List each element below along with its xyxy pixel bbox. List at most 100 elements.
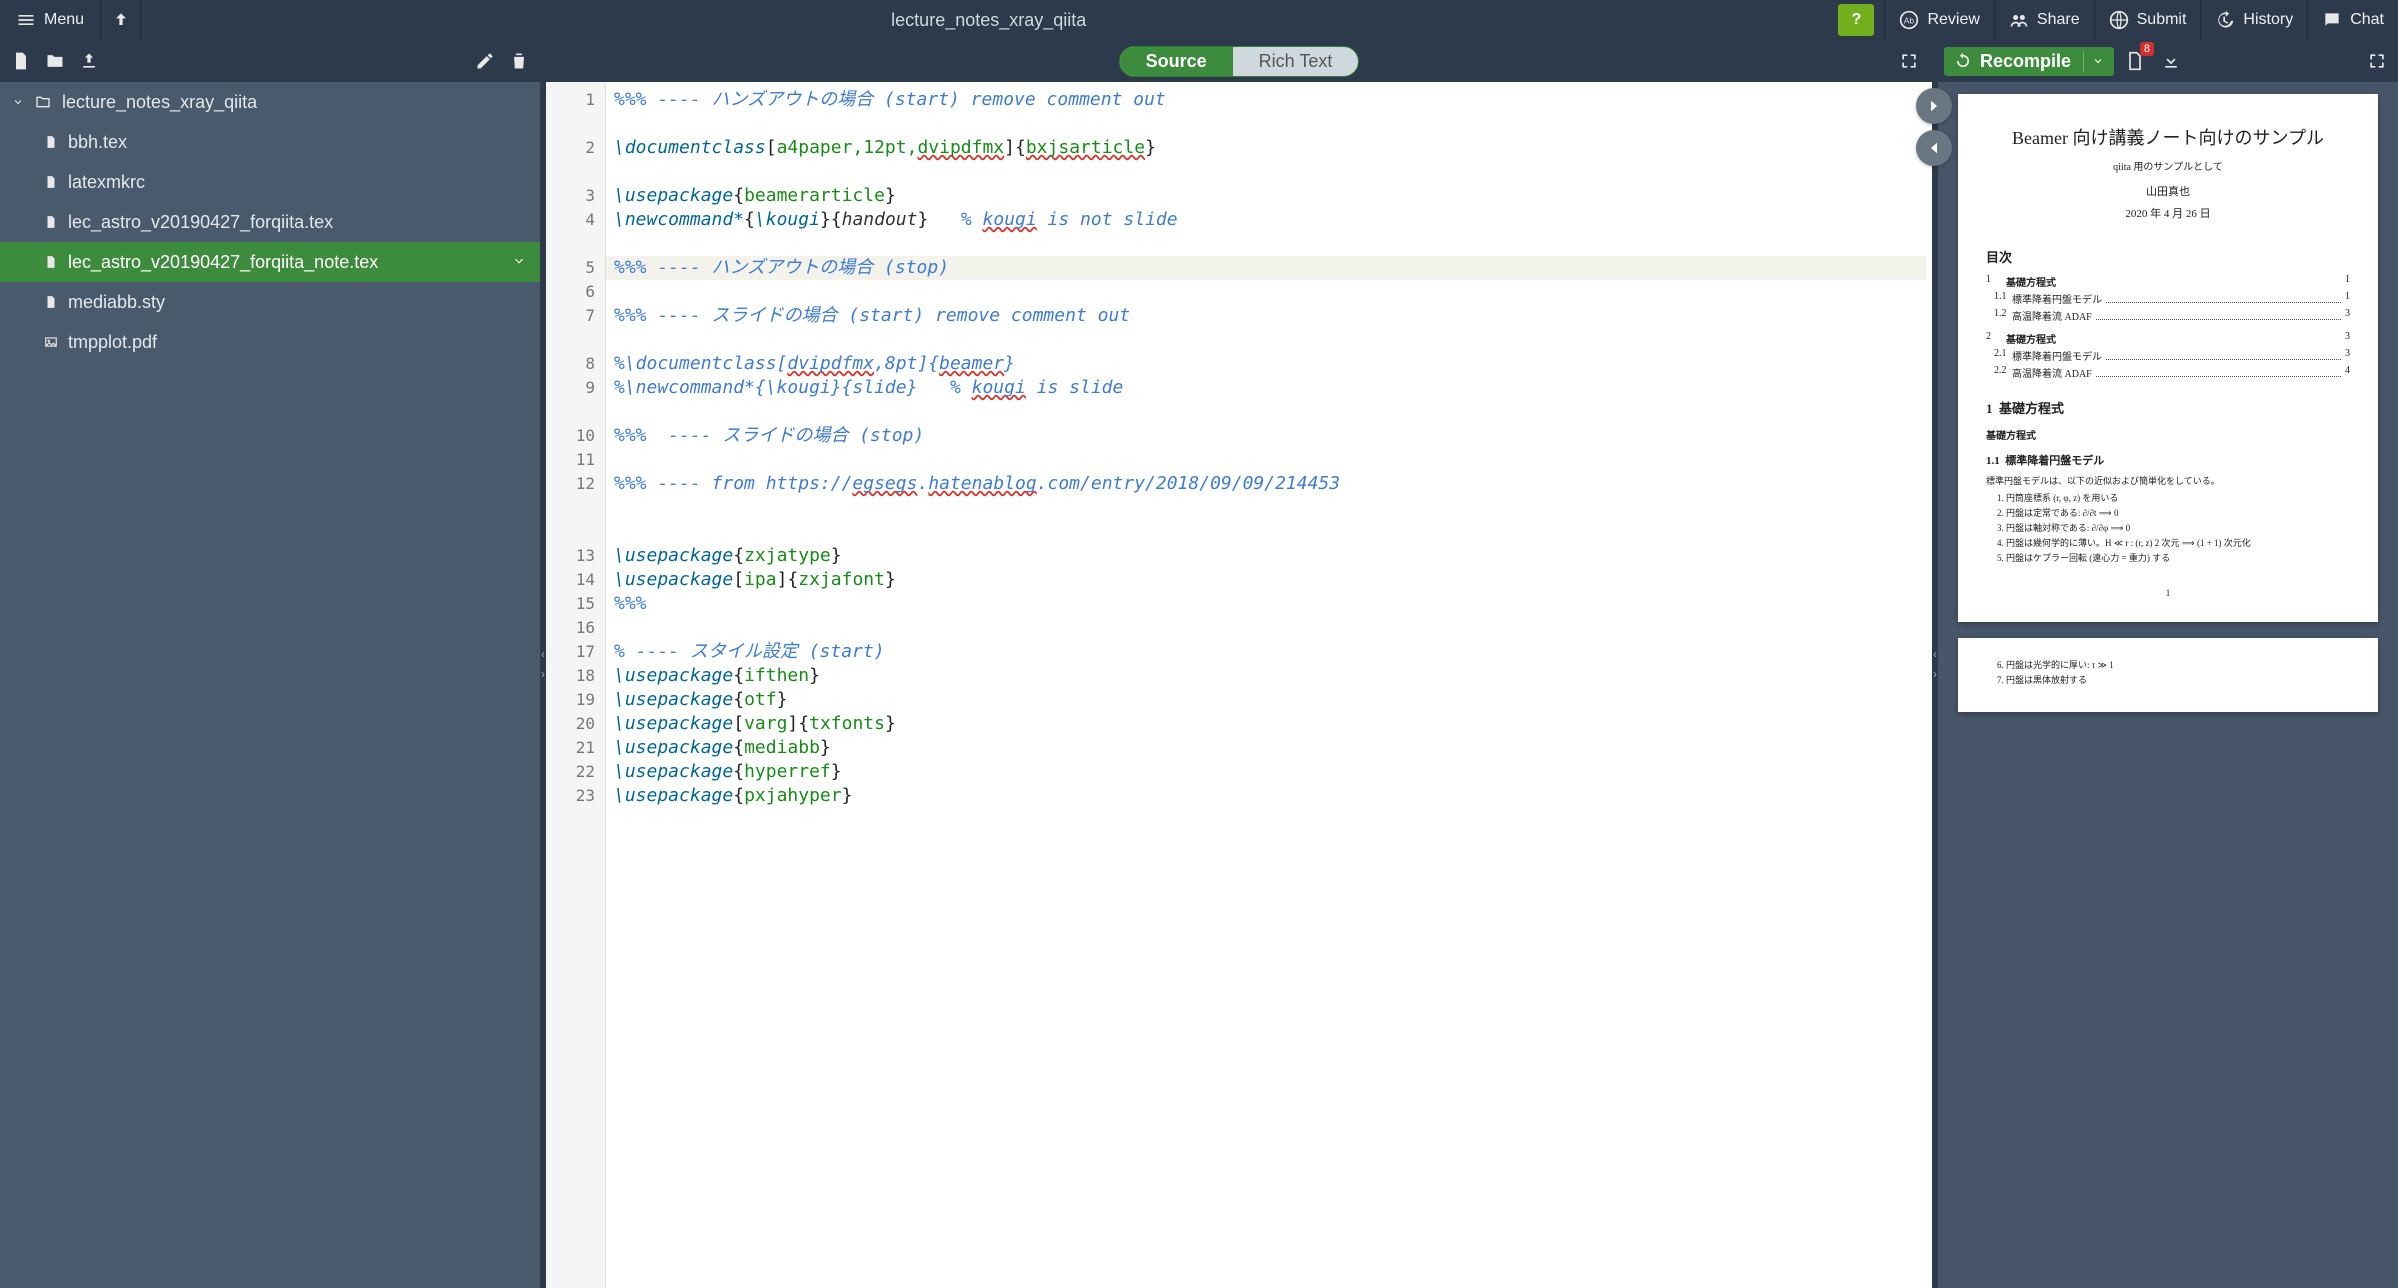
file-name: mediabb.sty <box>68 292 165 313</box>
line-number: 7 <box>546 304 595 352</box>
logs-button[interactable]: 8 <box>2120 46 2150 76</box>
refresh-icon <box>1954 52 1972 70</box>
recompile-dropdown[interactable] <box>2083 51 2104 72</box>
line-number: 21 <box>546 736 595 760</box>
delete-button[interactable] <box>504 46 534 76</box>
chat-label: Chat <box>2350 11 2384 29</box>
code-line[interactable]: \usepackage{otf} <box>614 688 1926 712</box>
file-tree-item[interactable]: lec_astro_v20190427_forqiita.tex <box>0 202 540 242</box>
sync-to-code-button[interactable] <box>1916 130 1952 166</box>
code-line[interactable]: %\documentclass[dvipdfmx,8pt]{beamer} <box>614 352 1926 376</box>
file-name: bbh.tex <box>68 132 127 153</box>
line-number: 11 <box>546 448 595 472</box>
file-name: lec_astro_v20190427_forqiita.tex <box>68 212 333 233</box>
line-number: 13 <box>546 544 595 568</box>
line-gutter: 1234567891011121314151617181920212223 <box>546 82 606 1288</box>
code-line[interactable]: \usepackage[varg]{txfonts} <box>614 712 1926 736</box>
back-to-projects-button[interactable] <box>101 0 141 40</box>
code-editor[interactable]: 1234567891011121314151617181920212223 %%… <box>546 82 1932 1288</box>
code-line[interactable]: \documentclass[a4paper,12pt,dvipdfmx]{bx… <box>614 136 1926 184</box>
code-line[interactable]: %%% ---- ハンズアウトの場合 (stop) <box>606 256 1926 280</box>
list-item: 円盤は光学的に厚い: τ ≫ 1 <box>2006 658 2350 671</box>
file-tree-item[interactable]: bbh.tex <box>0 122 540 162</box>
code-line[interactable]: \usepackage{beamerarticle} <box>614 184 1926 208</box>
pdf-viewport[interactable]: Beamer 向け講義ノート向けのサンプル qiita 用のサンプルとして 山田… <box>1938 82 2398 1288</box>
code-line[interactable] <box>614 280 1926 304</box>
code-line[interactable]: \usepackage{ifthen} <box>614 664 1926 688</box>
tab-rich-text[interactable]: Rich Text <box>1233 47 1359 76</box>
editor-panel: Source Rich Text 12345678910111213141516… <box>546 40 1932 1288</box>
editor-fullscreen-button[interactable] <box>1896 48 1922 74</box>
file-icon <box>44 253 58 271</box>
code-line[interactable] <box>614 448 1926 472</box>
file-icon <box>44 293 58 311</box>
code-line[interactable]: \newcommand*{\kougi}{handout} % kougi is… <box>614 208 1926 256</box>
new-folder-button[interactable] <box>40 46 70 76</box>
line-number: 15 <box>546 592 595 616</box>
code-line[interactable]: %%% <box>614 592 1926 616</box>
code-line[interactable]: %%% ---- スライドの場合 (start) remove comment … <box>614 304 1926 352</box>
line-number: 1 <box>546 88 595 136</box>
menu-button[interactable]: Menu <box>0 0 101 40</box>
line-number: 5 <box>546 256 595 280</box>
pencil-icon <box>475 51 495 71</box>
line-number: 19 <box>546 688 595 712</box>
line-number: 8 <box>546 352 595 376</box>
arrow-left-icon <box>1925 139 1943 157</box>
file-tree-item[interactable]: latexmkrc <box>0 162 540 202</box>
code-line[interactable]: %%% ---- スライドの場合 (stop) <box>614 424 1926 448</box>
file-name: tmpplot.pdf <box>68 332 157 353</box>
review-button[interactable]: Ab Review <box>1884 0 1993 40</box>
code-line[interactable]: \usepackage[ipa]{zxjafont} <box>614 568 1926 592</box>
code-line[interactable]: \usepackage{zxjatype} <box>614 544 1926 568</box>
chat-icon <box>2322 10 2342 30</box>
image-icon <box>44 333 58 351</box>
help-button[interactable]: ? <box>1838 4 1874 36</box>
code-area[interactable]: %%% ---- ハンズアウトの場合 (start) remove commen… <box>606 82 1932 1288</box>
expand-icon <box>1899 51 1919 71</box>
code-line[interactable]: %%% ---- from https://egsegs.hatenablog.… <box>614 472 1926 544</box>
pdf-body-text: 標準円盤モデルは、以下の近似および簡単化をしている。 <box>1986 474 2350 487</box>
toc-entry: 2.1標準降着円盤モデル3 <box>1986 348 2350 363</box>
toc: 1基礎方程式11.1標準降着円盤モデル11.2高温降着流 ADAF32基礎方程式… <box>1986 274 2350 380</box>
share-button[interactable]: Share <box>1994 0 2094 40</box>
file-tree-item[interactable]: mediabb.sty <box>0 282 540 322</box>
file-tree-item[interactable]: lec_astro_v20190427_forqiita_note.tex <box>0 242 540 282</box>
line-number: 20 <box>546 712 595 736</box>
pdf-panel: Recompile 8 Beamer 向け講義ノート向けのサンプル qiita … <box>1938 40 2398 1288</box>
line-number: 10 <box>546 424 595 448</box>
code-line[interactable]: \usepackage{pxjahyper} <box>614 784 1926 808</box>
expand-icon <box>2367 51 2387 71</box>
file-tree-item[interactable]: tmpplot.pdf <box>0 322 540 362</box>
arrow-right-icon <box>1925 97 1943 115</box>
sync-to-pdf-button[interactable] <box>1916 88 1952 124</box>
code-line[interactable]: \usepackage{mediabb} <box>614 736 1926 760</box>
review-label: Review <box>1927 11 1979 29</box>
code-line[interactable]: %%% ---- ハンズアウトの場合 (start) remove commen… <box>614 88 1926 136</box>
tree-root[interactable]: lecture_notes_xray_qiita <box>0 82 540 122</box>
code-line[interactable] <box>614 616 1926 640</box>
chat-button[interactable]: Chat <box>2307 0 2398 40</box>
line-number: 6 <box>546 280 595 304</box>
pdf-subtitle: qiita 用のサンプルとして <box>1986 158 2350 173</box>
code-line[interactable]: \usepackage{hyperref} <box>614 760 1926 784</box>
line-number: 22 <box>546 760 595 784</box>
code-line[interactable]: %\newcommand*{\kougi}{slide} % kougi is … <box>614 376 1926 424</box>
history-button[interactable]: History <box>2200 0 2307 40</box>
new-file-button[interactable] <box>6 46 36 76</box>
recompile-button[interactable]: Recompile <box>1944 47 2114 76</box>
line-number: 23 <box>546 784 595 808</box>
root-label: lecture_notes_xray_qiita <box>62 92 257 113</box>
help-label: ? <box>1852 11 1862 29</box>
file-icon <box>44 173 58 191</box>
pdf-page-2: 円盤は光学的に厚い: τ ≫ 1円盤は黒体放射する <box>1958 638 2378 712</box>
file-menu-caret[interactable] <box>512 252 526 273</box>
code-line[interactable]: % ---- スタイル設定 (start) <box>614 640 1926 664</box>
upload-button[interactable] <box>74 46 104 76</box>
download-pdf-button[interactable] <box>2156 46 2186 76</box>
tab-source[interactable]: Source <box>1120 47 1233 76</box>
line-number: 9 <box>546 376 595 424</box>
pdf-fullscreen-button[interactable] <box>2362 46 2392 76</box>
submit-button[interactable]: Submit <box>2094 0 2201 40</box>
rename-button[interactable] <box>470 46 500 76</box>
